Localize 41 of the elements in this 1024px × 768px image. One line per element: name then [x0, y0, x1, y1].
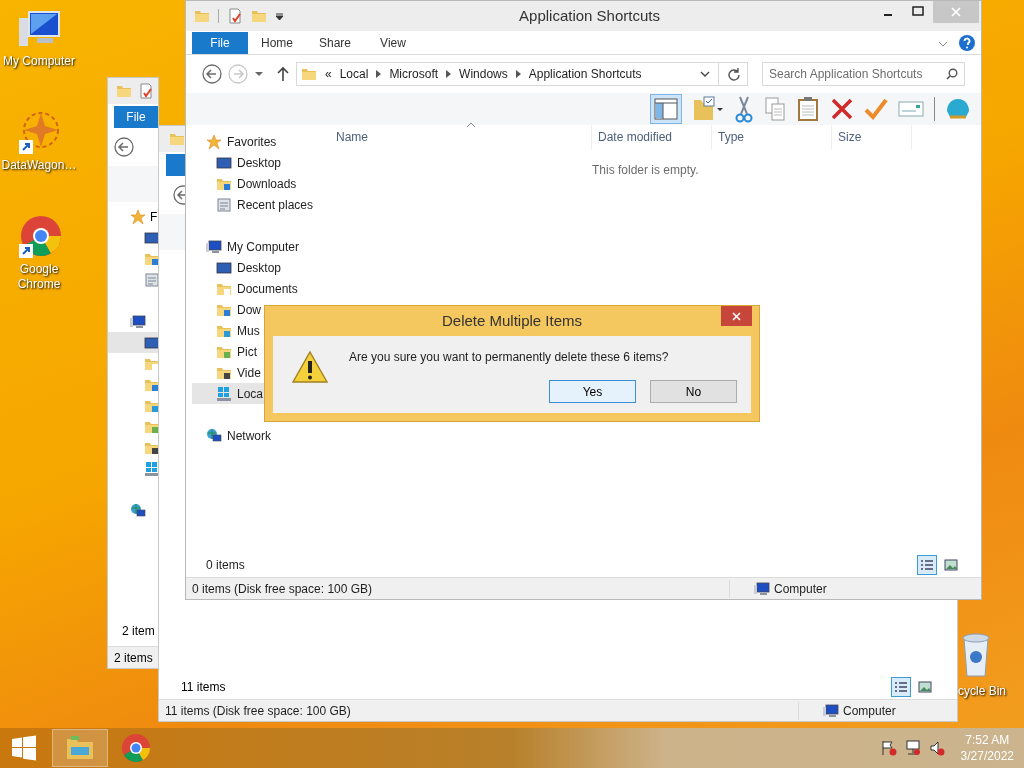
- sidebar-row[interactable]: F: [108, 206, 158, 227]
- item-count: 0 items: [206, 557, 245, 574]
- search-field[interactable]: Search Application Shortcuts: [762, 62, 965, 86]
- empty-folder-message: This folder is empty.: [592, 162, 700, 179]
- column-header[interactable]: Date modified: [592, 125, 712, 149]
- address-bar[interactable]: « Local Microsoft Windows Application Shortcuts: [296, 62, 748, 86]
- breadcrumb[interactable]: Windows: [459, 65, 508, 83]
- tree-item[interactable]: Downloads: [192, 173, 326, 194]
- column-header[interactable]: Size: [832, 125, 912, 149]
- tree-item[interactable]: Documents: [192, 278, 326, 299]
- dialog-message: Are you sure you want to permanently delete these 6 items?: [349, 349, 670, 366]
- status-location: Computer: [843, 702, 896, 720]
- ribbon-tab[interactable]: View: [364, 32, 422, 54]
- ribbon-tab[interactable]: Home: [248, 32, 306, 54]
- column-header[interactable]: Name: [330, 125, 592, 149]
- window-title: Application Shortcuts: [518, 5, 661, 26]
- status-text: 2 items: [113, 649, 153, 667]
- tree-item[interactable]: Desktop: [192, 152, 326, 173]
- tree-item[interactable]: Recent places: [192, 194, 326, 215]
- item-count: 2 item: [121, 623, 156, 640]
- sidebar-label: F: [150, 208, 158, 226]
- item-count: 11 items: [181, 679, 226, 696]
- breadcrumb[interactable]: Microsoft: [389, 65, 439, 83]
- tree-item[interactable]: Desktop: [192, 257, 326, 278]
- dialog-button[interactable]: No: [650, 380, 737, 403]
- file-tab[interactable]: File: [114, 106, 158, 128]
- search-input[interactable]: Search Application Shortcuts: [769, 65, 946, 83]
- breadcrumb[interactable]: Application Shortcuts: [528, 65, 642, 83]
- column-header[interactable]: Type: [712, 125, 832, 149]
- ribbon-tab[interactable]: File: [192, 32, 248, 54]
- overflow-mark[interactable]: «: [325, 65, 332, 83]
- status-text: 11 items (Disk free space: 100 GB): [159, 701, 799, 720]
- ribbon-tab[interactable]: Share: [306, 32, 364, 54]
- dialog-title: Delete Multiple Items: [441, 310, 583, 331]
- status-location: Computer: [774, 580, 827, 598]
- tree-item[interactable]: Network: [192, 425, 326, 446]
- status-text: 0 items (Disk free space: 100 GB): [186, 579, 730, 598]
- tree-item[interactable]: Favorites: [192, 131, 326, 152]
- breadcrumb[interactable]: Local: [339, 65, 369, 83]
- dialog-button[interactable]: Yes: [549, 380, 636, 403]
- tree-item[interactable]: My Computer: [192, 236, 326, 257]
